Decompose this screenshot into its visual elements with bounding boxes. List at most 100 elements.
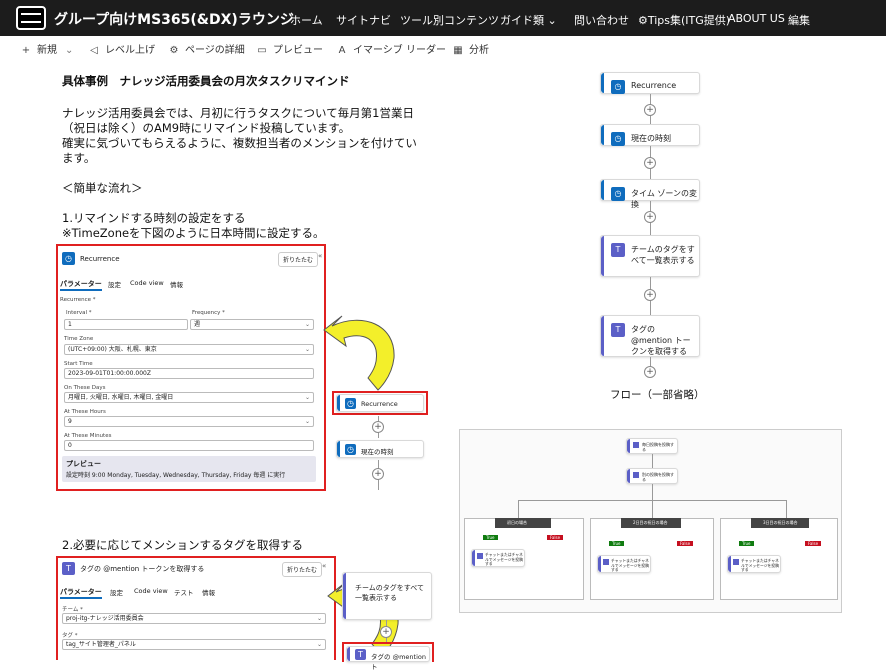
expand-icon[interactable]: « (322, 562, 326, 570)
nav-guides[interactable]: ガイド類 ⌄ (500, 12, 557, 28)
flow-step-current-time: ◷ 現在の時刻 (600, 124, 700, 146)
gear-icon: ⚙ (169, 45, 179, 56)
mention-screenshot: T タグの @mention トークンを取得する 折りたたむ « パラメーター … (56, 556, 438, 671)
nav-tips[interactable]: ⚙Tips集(ITG提供) (638, 12, 730, 28)
megaphone-icon: ◁ (90, 45, 98, 56)
analytics-icon: ▦ (453, 45, 463, 56)
recurrence-screenshot: ◷ Recurrence 折りたたむ « パラメーター 設定 Code view… (56, 244, 436, 492)
mini-card-post-2: 別の投稿を投稿する (626, 468, 678, 484)
panel-title: Recurrence (80, 255, 120, 263)
add-step-icon: + (644, 104, 656, 116)
team-select[interactable]: proj-itg-ナレッジ活用委員会 ⌄ (62, 613, 326, 624)
clock-icon: ◷ (345, 398, 356, 409)
nav-site-navi[interactable]: サイトナビ (336, 12, 391, 28)
add-step-icon: + (380, 626, 392, 638)
site-header: グループ向けMS365(&DX)ラウンジ ホーム サイトナビ ツール別コンテンツ… (0, 0, 886, 36)
nav-home[interactable]: ホーム (290, 12, 323, 28)
tab-settings[interactable]: 設定 (108, 279, 121, 289)
step1-title: 1.リマインドする時刻の設定をする (62, 211, 246, 225)
mini-card-post-message: チャットまたはチャネルでメッセージを投稿する (727, 555, 781, 573)
flow-step-get-mention: T タグの @mention トークンを取得する (600, 315, 700, 357)
tab-code-view[interactable]: Code view (134, 587, 168, 595)
add-step-icon: + (644, 289, 656, 301)
panel-title: タグの @mention トークンを取得する (80, 565, 205, 573)
recurrence-section-label: Recurrence * (60, 297, 96, 303)
site-logo[interactable] (16, 6, 46, 30)
tab-parameters[interactable]: パラメーター (60, 279, 102, 291)
flow-overview-image: ◷ Recurrence + ◷ 現在の時刻 + ◷ タイム ゾーンの変換 + … (590, 70, 720, 400)
tab-info[interactable]: 情報 (202, 587, 215, 597)
analytics-button[interactable]: ▦ 分析 (452, 41, 489, 56)
yellow-arrow-icon (323, 315, 395, 391)
flow-heading: ＜簡単な流れ＞ (62, 181, 143, 195)
plus-icon: + (21, 45, 31, 56)
preview-button[interactable]: ▭ プレビュー (256, 41, 323, 56)
expand-icon[interactable]: « (318, 252, 322, 260)
side-card-recurrence: ◷ Recurrence (336, 394, 424, 412)
immersive-reader-button[interactable]: A イマーシブ リーダー (336, 41, 446, 56)
hours-label: At These Hours (64, 409, 106, 415)
days-select[interactable]: 月曜日, 火曜日, 水曜日, 木曜日, 金曜日 ⌄ (64, 392, 314, 403)
teams-icon: T (355, 649, 366, 660)
frequency-select[interactable]: 週 ⌄ (190, 319, 314, 330)
description-line-3: 確実に気づいてもらえるように、複数担当者のメンションを付けてい (62, 136, 417, 150)
section-heading: 具体事例 ナレッジ活用委員会の月次タスクリマインド (62, 74, 350, 88)
nav-edit[interactable]: 編集 (788, 12, 810, 28)
team-label: チーム * (62, 607, 83, 613)
add-step-icon: + (372, 468, 384, 480)
clock-icon: ◷ (345, 444, 356, 455)
days-label: On These Days (64, 385, 106, 391)
collapse-button[interactable]: 折りたたむ (278, 252, 319, 267)
interval-input[interactable]: 1 (64, 319, 188, 330)
new-button[interactable]: + 新規 ⌄ (20, 41, 74, 56)
add-step-icon: + (644, 157, 656, 169)
minutes-label: At These Minutes (64, 433, 112, 439)
collapse-button[interactable]: 折りたたむ (282, 562, 323, 577)
start-time-input[interactable]: 2023-09-01T01:00:00.000Z (64, 368, 314, 379)
tag-select[interactable]: tag_サイト管理者_パネル ⌄ (62, 639, 326, 650)
step2-title: 2.必要に応じてメンションするタグを取得する (62, 538, 303, 552)
command-bar: + 新規 ⌄ ◁ レベル上げ ⚙ ページの詳細 ▭ プレビュー A イマーシブ リーダー ▦… (0, 36, 886, 58)
teams-icon: T (62, 562, 75, 575)
interval-label: Interval * (66, 310, 92, 316)
flow-step-list-tags: T チームのタグをすべて一覧表示する (600, 235, 700, 277)
tab-settings[interactable]: 設定 (110, 587, 123, 597)
clock-icon: ◷ (62, 252, 75, 265)
side-card-current-time: ◷ 現在の時刻 (336, 440, 424, 458)
branch-condition-2: 2日目の祝日の場合 True False チャットまたはチャネルでメッセージを投… (590, 518, 714, 600)
preview-icon: ▭ (257, 45, 267, 56)
tab-parameters[interactable]: パラメーター (60, 587, 102, 599)
clock-icon: ◷ (611, 187, 625, 201)
add-step-icon: + (644, 366, 656, 378)
start-time-label: Start Time (64, 361, 93, 367)
nav-about-us[interactable]: ABOUT US (728, 12, 785, 25)
step1-note: ※TimeZoneを下図のように日本時間に設定する。 (62, 226, 325, 240)
minutes-input[interactable]: 0 (64, 440, 314, 451)
tab-test[interactable]: テスト (174, 587, 194, 597)
site-title[interactable]: グループ向けMS365(&DX)ラウンジ (54, 9, 294, 29)
mini-card-post-message: チャットまたはチャネルでメッセージを投稿する (471, 549, 525, 567)
reader-icon: A (338, 45, 346, 56)
tab-info[interactable]: 情報 (170, 279, 183, 289)
nav-contact[interactable]: 問い合わせ (574, 12, 629, 28)
branch-condition-3: 3日目の祝日の場合 True False チャットまたはチャネルでメッセージを投… (720, 518, 838, 600)
clock-icon: ◷ (611, 80, 625, 94)
nav-tool-contents[interactable]: ツール別コンテンツ (400, 12, 499, 28)
timezone-select[interactable]: (UTC+09:00) 大阪、札幌、東京 ⌄ (64, 344, 314, 355)
branch-condition-1: 初日の場合 True False チャットまたはチャネルでメッセージを投稿する (464, 518, 584, 600)
add-step-icon: + (372, 421, 384, 433)
tab-code-view[interactable]: Code view (130, 279, 164, 287)
description-line-1: ナレッジ活用委員会では、月初に行うタスクについて毎月第1営業日 (62, 106, 414, 120)
preview-box: プレビュー 設定時刻 9:00 Monday, Tuesday, Wednesd… (62, 456, 316, 482)
level-up-button[interactable]: ◁ レベル上げ (88, 41, 155, 56)
teams-icon: T (611, 243, 625, 257)
page-details-button[interactable]: ⚙ ページの詳細 (168, 41, 245, 56)
description-line-4: ます。 (62, 151, 96, 165)
side-card-list-tags: チームのタグをすべて一覧表示する (342, 572, 432, 620)
clock-icon: ◷ (611, 132, 625, 146)
branch-flow-screenshot: 毎日投稿を投稿する 別の投稿を投稿する 初日の場合 True False チャッ… (459, 429, 842, 613)
hours-select[interactable]: 9 ⌄ (64, 416, 314, 427)
frequency-label: Frequency * (192, 310, 225, 316)
description-line-2: （祝日は除く）のAM9時にリマインド投稿しています。 (62, 121, 351, 135)
mini-card-post-message: チャットまたはチャネルでメッセージを投稿する (597, 555, 651, 573)
